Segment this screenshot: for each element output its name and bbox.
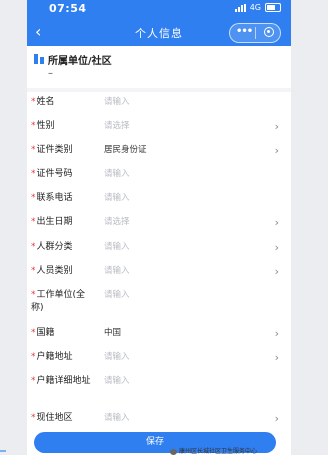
field-select[interactable]: 居民身份证 — [104, 144, 147, 157]
field-select[interactable]: 请输入 — [104, 265, 130, 278]
required-asterisk: * — [31, 193, 36, 203]
field-select[interactable]: 请选择 — [104, 120, 130, 133]
field-label-text: 联系电话 — [36, 193, 73, 203]
field-label-text: 人员类别 — [36, 266, 73, 276]
chevron-right-icon: › — [274, 327, 279, 340]
field-label: *证件类别 — [31, 144, 95, 157]
field-label-text: 现住地区 — [36, 413, 73, 423]
chevron-right-icon: › — [274, 265, 279, 278]
signal-icon — [234, 3, 246, 12]
more-icon[interactable]: ••• — [236, 27, 253, 37]
required-asterisk: * — [31, 328, 36, 338]
field-label: *出生日期 — [31, 216, 95, 229]
required-asterisk: * — [31, 413, 36, 423]
chevron-right-icon: › — [274, 144, 279, 157]
building-icon — [34, 54, 45, 64]
field-label: *人员类别 — [31, 265, 95, 278]
status-bar: 07:54 4G — [27, 0, 291, 18]
required-asterisk: * — [31, 97, 36, 107]
field-input[interactable]: 请输入 — [104, 289, 130, 302]
field-input[interactable]: 请输入 — [104, 168, 130, 181]
required-asterisk: * — [31, 290, 36, 300]
field-select[interactable]: 请输入 — [104, 412, 130, 425]
required-asterisk: * — [31, 121, 36, 131]
field-label: *工作单位(全称) — [31, 289, 95, 315]
required-asterisk: * — [31, 217, 36, 227]
battery-icon — [265, 3, 281, 12]
network-label: 4G — [249, 3, 261, 12]
unit-label: 所属单位/社区 — [48, 56, 112, 67]
required-asterisk: * — [31, 376, 36, 386]
mini-program-capsule: ••• — [229, 23, 281, 43]
field-input[interactable]: 请输入 — [104, 192, 130, 205]
required-asterisk: * — [31, 266, 36, 276]
field-label: *性别 — [31, 120, 95, 133]
field-label-text: 性别 — [36, 121, 55, 131]
watermark: 康州区长城社区卫生服务中心 — [170, 446, 257, 455]
unit-value: – — [48, 68, 53, 79]
field-select[interactable]: 请选择 — [104, 216, 130, 229]
field-label-text: 户籍地址 — [36, 352, 73, 362]
field-select[interactable]: 中国 — [104, 327, 121, 340]
field-label-text: 证件类别 — [36, 145, 73, 155]
wechat-icon — [170, 448, 177, 455]
field-select[interactable]: 请输入 — [104, 351, 130, 364]
field-label-text: 证件号码 — [36, 169, 73, 179]
field-label: *户籍地址 — [31, 351, 95, 364]
field-input[interactable]: 请输入 — [104, 375, 130, 388]
field-label: *户籍详细地址 — [31, 375, 95, 388]
chevron-right-icon: › — [274, 241, 279, 254]
field-label-text: 人群分类 — [36, 242, 73, 252]
required-asterisk: * — [31, 242, 36, 252]
field-label-text: 户籍详细地址 — [36, 376, 91, 386]
unit-section: 所属单位/社区 – — [27, 46, 291, 88]
required-asterisk: * — [31, 352, 36, 362]
field-label: *人群分类 — [31, 241, 95, 254]
field-label: *姓名 — [31, 96, 95, 109]
field-label: *证件号码 — [31, 168, 95, 181]
nav-bar: ‹ 个人信息 ••• — [27, 18, 291, 46]
field-label-text: 姓名 — [36, 97, 55, 107]
required-asterisk: * — [31, 169, 36, 179]
section-divider — [27, 88, 291, 92]
field-label: *联系电话 — [31, 192, 95, 205]
field-label: *现住地区 — [31, 412, 95, 425]
chevron-right-icon: › — [274, 216, 279, 229]
status-time: 07:54 — [49, 2, 87, 15]
capsule-divider — [255, 27, 256, 39]
status-indicators: 4G — [234, 3, 281, 12]
field-label-text: 工作单位(全称) — [31, 290, 86, 313]
phone-screen: 07:54 4G ‹ 个人信息 ••• 所属单位/社区 – *姓名 请输入 *性别请… — [27, 0, 291, 455]
edge-mark — [0, 450, 6, 452]
chevron-right-icon: › — [274, 120, 279, 133]
chevron-right-icon: › — [274, 412, 279, 425]
field-select[interactable]: 请输入 — [104, 241, 130, 254]
field-label-text: 国籍 — [36, 328, 55, 338]
required-asterisk: * — [31, 145, 36, 155]
field-input[interactable]: 请输入 — [104, 96, 130, 109]
watermark-text: 康州区长城社区卫生服务中心 — [179, 448, 258, 455]
chevron-right-icon: › — [274, 351, 279, 364]
field-label: *国籍 — [31, 327, 95, 340]
close-circle-icon[interactable] — [264, 27, 274, 37]
field-label-text: 出生日期 — [36, 217, 73, 227]
